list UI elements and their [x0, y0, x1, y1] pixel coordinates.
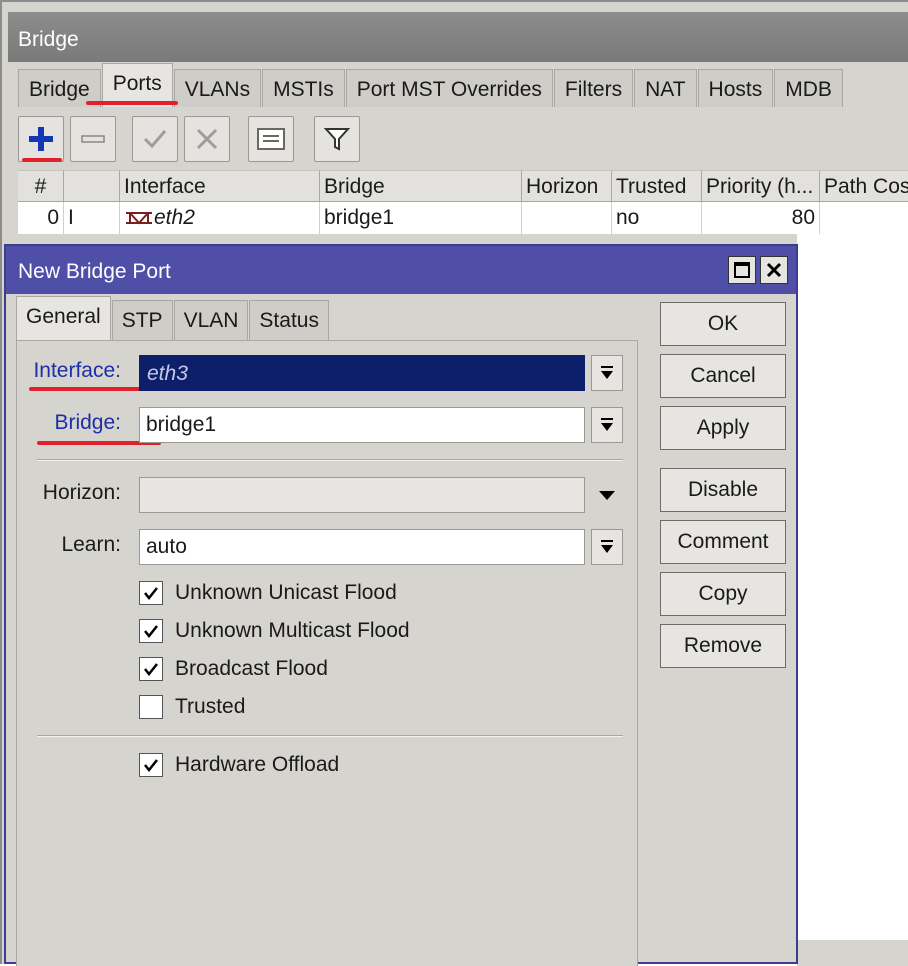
- unknown-unicast-flood-label: Unknown Unicast Flood: [175, 581, 397, 604]
- bridge-label: Bridge:: [54, 411, 121, 434]
- tab-nat[interactable]: NAT: [634, 69, 697, 107]
- tab-mdb[interactable]: MDB: [774, 69, 843, 107]
- close-button[interactable]: [760, 256, 788, 284]
- interface-label: Interface:: [33, 359, 121, 382]
- ports-table: # Interface Bridge Horizon Trusted Prior…: [18, 170, 908, 234]
- trusted-label: Trusted: [175, 695, 246, 718]
- trusted-checkbox[interactable]: [139, 695, 163, 719]
- bridge-select[interactable]: bridge1: [139, 407, 585, 443]
- filter-button[interactable]: [314, 116, 360, 162]
- remove-button[interactable]: Remove: [660, 624, 786, 668]
- tab-vlan[interactable]: VLAN: [173, 300, 249, 340]
- general-panel: Interface: eth3 Bridge: bridge1 Horizon:…: [16, 340, 638, 966]
- bridge-dropdown-button[interactable]: [591, 407, 623, 443]
- table-header: # Interface Bridge Horizon Trusted Prior…: [18, 170, 908, 202]
- x-icon: [196, 128, 218, 150]
- comment-button[interactable]: Comment: [660, 520, 786, 564]
- check-icon: [143, 130, 167, 149]
- col-path-cost[interactable]: Path Cos: [820, 170, 908, 202]
- unknown-unicast-flood-checkbox[interactable]: [139, 581, 163, 605]
- cell-interface: eth2: [120, 202, 320, 234]
- disable-button[interactable]: [184, 116, 230, 162]
- checkmark-icon: [144, 587, 158, 601]
- interface-dropdown-button[interactable]: [591, 355, 623, 391]
- dropdown-arrow-icon: [601, 540, 613, 553]
- new-bridge-port-dialog: New Bridge Port General STP VLAN Status …: [4, 244, 798, 966]
- learn-select[interactable]: auto: [139, 529, 585, 565]
- separator: [37, 735, 623, 737]
- col-interface[interactable]: Interface: [120, 170, 320, 202]
- dialog-title: New Bridge Port: [6, 246, 796, 294]
- comment-icon: [257, 128, 285, 150]
- horizon-dropdown-button[interactable]: [591, 477, 623, 513]
- learn-label: Learn:: [61, 533, 121, 556]
- col-bridge[interactable]: Bridge: [320, 170, 522, 202]
- col-number[interactable]: #: [18, 170, 64, 202]
- dropdown-arrow-icon: [601, 366, 613, 379]
- tab-mstis[interactable]: MSTIs: [262, 69, 345, 107]
- disable-button[interactable]: Disable: [660, 468, 786, 512]
- remove-button[interactable]: [70, 116, 116, 162]
- unknown-multicast-flood-checkbox[interactable]: [139, 619, 163, 643]
- dropdown-arrow-icon: [601, 418, 613, 431]
- checkmark-icon: [144, 663, 158, 677]
- add-button-highlight: [22, 158, 62, 162]
- cell-horizon: [522, 202, 612, 234]
- bridge-window-title: Bridge: [8, 12, 908, 62]
- hardware-offload-label: Hardware Offload: [175, 753, 340, 776]
- unknown-multicast-flood-label: Unknown Multicast Flood: [175, 619, 410, 642]
- window-bottom-edge: [797, 940, 908, 966]
- tab-filters[interactable]: Filters: [553, 69, 634, 107]
- col-flag[interactable]: [64, 170, 120, 202]
- comment-button[interactable]: [248, 116, 294, 162]
- tab-stp[interactable]: STP: [111, 300, 173, 340]
- table-row[interactable]: 0 I eth2 bridge1 no 80: [18, 202, 908, 234]
- cell-interface-text: eth2: [154, 206, 195, 229]
- hardware-offload-checkbox[interactable]: [139, 753, 163, 777]
- broadcast-flood-label: Broadcast Flood: [175, 657, 328, 680]
- apply-button[interactable]: Apply: [660, 406, 786, 450]
- interface-select[interactable]: eth3: [139, 355, 585, 391]
- col-horizon[interactable]: Horizon: [522, 170, 612, 202]
- tab-port-mst-overrides[interactable]: Port MST Overrides: [345, 69, 553, 107]
- cell-number: 0: [18, 202, 64, 234]
- enable-button[interactable]: [132, 116, 178, 162]
- tab-vlans[interactable]: VLANs: [173, 69, 262, 107]
- col-trusted[interactable]: Trusted: [612, 170, 702, 202]
- add-icon: [29, 127, 53, 151]
- close-icon: [766, 262, 782, 278]
- maximize-button[interactable]: [728, 256, 756, 284]
- tab-hosts[interactable]: Hosts: [697, 69, 774, 107]
- checkmark-icon: [144, 759, 158, 773]
- dialog-tabs: General STP VLAN Status: [16, 296, 330, 340]
- horizon-input[interactable]: [139, 477, 585, 513]
- cell-flag: I: [64, 202, 120, 234]
- tab-status[interactable]: Status: [249, 300, 329, 340]
- tab-general[interactable]: General: [16, 296, 111, 340]
- ok-button[interactable]: OK: [660, 302, 786, 346]
- cell-bridge: bridge1: [320, 202, 522, 234]
- maximize-icon: [734, 262, 750, 278]
- broadcast-flood-checkbox[interactable]: [139, 657, 163, 681]
- copy-button[interactable]: Copy: [660, 572, 786, 616]
- horizon-label: Horizon:: [42, 481, 121, 504]
- checkmark-icon: [144, 625, 158, 639]
- table-empty-area: [797, 234, 908, 940]
- remove-icon: [81, 135, 105, 143]
- cell-trusted: no: [612, 202, 702, 234]
- cell-priority: 80: [702, 202, 820, 234]
- col-priority[interactable]: Priority (h...: [702, 170, 820, 202]
- separator: [37, 459, 623, 461]
- learn-dropdown-button[interactable]: [591, 529, 623, 565]
- cell-path-cost: [820, 202, 908, 234]
- bridge-port-icon: [126, 212, 152, 225]
- filter-icon: [323, 128, 351, 151]
- cancel-button[interactable]: Cancel: [660, 354, 786, 398]
- ports-tab-highlight: [86, 101, 178, 105]
- chevron-down-icon: [599, 491, 615, 500]
- add-button[interactable]: [18, 116, 64, 162]
